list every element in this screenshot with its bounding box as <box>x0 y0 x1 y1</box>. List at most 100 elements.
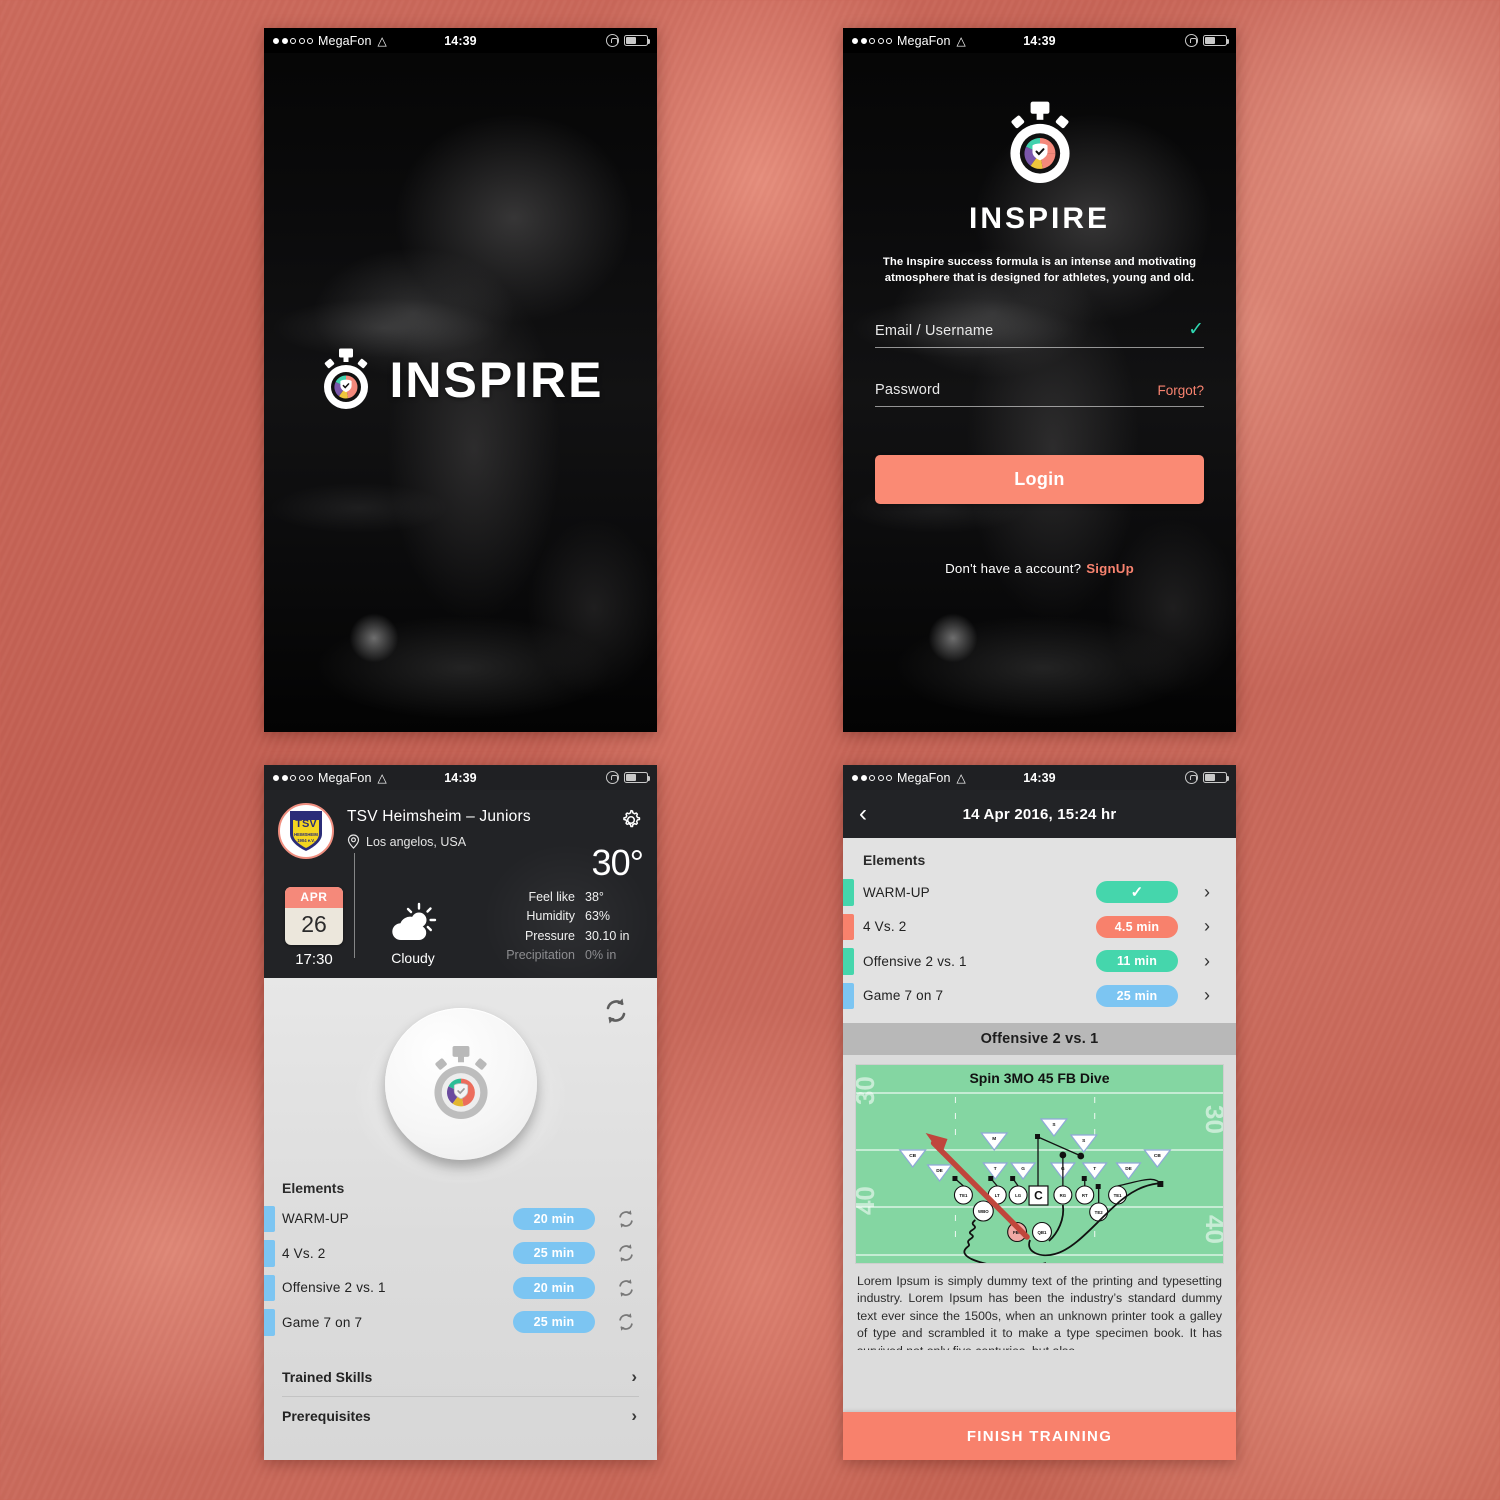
signal-strength-icon <box>273 774 313 781</box>
svg-text:DE: DE <box>936 1168 943 1174</box>
chevron-right-icon[interactable]: › <box>1178 882 1236 903</box>
stopwatch-logo-icon <box>1001 101 1079 187</box>
element-color-bar <box>264 1309 275 1336</box>
weather-detail-row: Pressure 30.10 in <box>491 927 643 946</box>
signup-link[interactable]: SignUp <box>1086 561 1134 576</box>
rotation-lock-icon <box>1185 34 1198 47</box>
element-refresh-icon[interactable] <box>595 1242 657 1264</box>
status-bar: MegaFon △ 14:39 <box>264 28 657 53</box>
carrier-label: MegaFon <box>897 770 951 785</box>
stopwatch-button-icon <box>426 1045 496 1123</box>
password-field-label: Password <box>875 382 941 399</box>
element-row[interactable]: 4 Vs. 2 25 min <box>264 1236 657 1271</box>
login-button[interactable]: Login <box>875 455 1204 505</box>
rotation-lock-icon <box>1185 771 1198 784</box>
svg-text:QB1: QB1 <box>1037 1230 1047 1235</box>
club-info: TSV Heimsheim – Juniors Los angelos, USA <box>347 803 531 849</box>
play-diagram-wrapper: Spin 3MO 45 FB Dive 30 30 40 40 CB DE T … <box>843 1055 1236 1264</box>
weather-detail-key: Humidity <box>526 909 575 924</box>
svg-text:CB: CB <box>1154 1153 1161 1159</box>
chevron-right-icon[interactable]: › <box>1178 916 1236 937</box>
element-refresh-icon[interactable] <box>595 1277 657 1299</box>
wifi-icon: △ <box>956 770 966 785</box>
tagline-text: The Inspire success formula is an intens… <box>882 256 1197 285</box>
app-brand-title: INSPIRE <box>389 352 604 408</box>
element-duration-pill[interactable]: 20 min <box>513 1276 595 1299</box>
vertical-divider <box>354 853 355 958</box>
carrier-label: MegaFon <box>318 33 372 48</box>
session-title: 14 Apr 2016, 15:24 hr <box>962 805 1117 823</box>
gear-icon[interactable] <box>619 808 643 837</box>
element-duration-pill[interactable]: 25 min <box>1096 984 1178 1007</box>
element-refresh-icon[interactable] <box>595 1311 657 1333</box>
svg-text:TE2: TE2 <box>1095 1210 1104 1215</box>
email-field[interactable]: Email / Username ✓ <box>875 320 1204 349</box>
element-color-bar <box>843 982 854 1009</box>
svg-text:RT: RT <box>1082 1193 1088 1198</box>
svg-text:1904 e.V.: 1904 e.V. <box>297 838 315 843</box>
svg-text:WBO: WBO <box>978 1209 989 1214</box>
svg-text:S: S <box>1052 1122 1055 1128</box>
password-field[interactable]: Password Forgot? <box>875 382 1204 408</box>
weather-detail-row: Feel like 38° <box>491 888 643 907</box>
wifi-icon: △ <box>377 770 387 785</box>
trained-skills-label: Trained Skills <box>282 1368 373 1385</box>
element-duration-pill[interactable]: 11 min <box>1096 950 1178 973</box>
navigation-bar: ‹ 14 Apr 2016, 15:24 hr <box>843 790 1236 838</box>
svg-text:RG: RG <box>1060 1193 1067 1198</box>
element-name: WARM-UP <box>282 1211 349 1227</box>
club-badge-initials: TSV <box>295 818 317 830</box>
chevron-right-icon[interactable]: › <box>1178 951 1236 972</box>
rotation-lock-icon <box>606 771 619 784</box>
prerequisites-link[interactable]: Prerequisites › <box>264 1397 657 1435</box>
weather-detail-row: Precipitation 0% in <box>491 946 643 965</box>
forgot-password-link[interactable]: Forgot? <box>1157 383 1204 398</box>
carrier-label: MegaFon <box>318 770 372 785</box>
element-duration-pill[interactable]: 25 min <box>513 1311 595 1334</box>
element-name: 4 Vs. 2 <box>863 919 907 935</box>
element-color-bar <box>843 948 854 975</box>
elements-header: Elements <box>282 1179 345 1196</box>
play-diagram-title: Spin 3MO 45 FB Dive <box>969 1070 1110 1086</box>
element-duration-pill[interactable]: 25 min <box>513 1242 595 1265</box>
page-background <box>0 0 1500 1500</box>
refresh-icon[interactable] <box>601 996 631 1031</box>
weather-detail-value: 63% <box>585 909 611 924</box>
chevron-left-icon[interactable]: ‹ <box>859 802 867 826</box>
element-row[interactable]: Game 7 on 7 25 min <box>264 1305 657 1340</box>
start-timer-button[interactable] <box>384 1007 537 1160</box>
elements-header: Elements <box>863 852 926 868</box>
element-row[interactable]: WARM-UP 20 min <box>264 1202 657 1237</box>
element-duration-pill[interactable]: 20 min <box>513 1207 595 1230</box>
status-bar: MegaFon △ 14:39 <box>264 765 657 790</box>
wifi-icon: △ <box>377 33 387 48</box>
weather-row: APR 26 17:30 Cloudy 30° Feel like 38° Hu… <box>264 845 657 968</box>
element-row[interactable]: WARM-UP ✓ › <box>843 875 1236 910</box>
timer-button-area <box>264 978 657 1180</box>
chevron-right-icon[interactable]: › <box>1178 985 1236 1006</box>
element-duration-pill[interactable]: 4.5 min <box>1096 915 1178 938</box>
element-color-bar <box>264 1274 275 1301</box>
team-dashboard-screen: MegaFon △ 14:39 TSV HEIMSHEIM 1904 e.V. … <box>264 765 657 1460</box>
svg-text:M: M <box>992 1136 996 1142</box>
element-row[interactable]: Offensive 2 vs. 1 11 min › <box>843 944 1236 979</box>
svg-text:TE1: TE1 <box>959 1193 968 1198</box>
weather-detail-key: Pressure <box>524 928 575 943</box>
calendar-day: 26 <box>301 910 327 937</box>
svg-text:LG: LG <box>1015 1193 1022 1198</box>
signup-prompt-label: Don't have a account? <box>945 561 1082 577</box>
finish-training-button[interactable]: FINISH TRAINING <box>843 1412 1236 1460</box>
element-description: Lorem Ipsum is simply dummy text of the … <box>857 1274 1222 1350</box>
trained-skills-link[interactable]: Trained Skills › <box>264 1358 657 1396</box>
element-name: WARM-UP <box>863 884 930 900</box>
play-diagram[interactable]: Spin 3MO 45 FB Dive 30 30 40 40 CB DE T … <box>855 1064 1224 1264</box>
login-screen: MegaFon △ 14:39 INSPIRE The Inspire succ… <box>843 28 1236 732</box>
element-row[interactable]: Offensive 2 vs. 1 20 min <box>264 1271 657 1306</box>
element-row[interactable]: Game 7 on 7 25 min › <box>843 979 1236 1014</box>
element-refresh-icon[interactable] <box>595 1208 657 1230</box>
weather-detail-value: 30.10 in <box>585 928 630 943</box>
element-color-bar <box>843 913 854 940</box>
element-row[interactable]: 4 Vs. 2 4.5 min › <box>843 910 1236 945</box>
element-status-pill[interactable]: ✓ <box>1096 881 1178 904</box>
element-name: Game 7 on 7 <box>863 988 944 1004</box>
